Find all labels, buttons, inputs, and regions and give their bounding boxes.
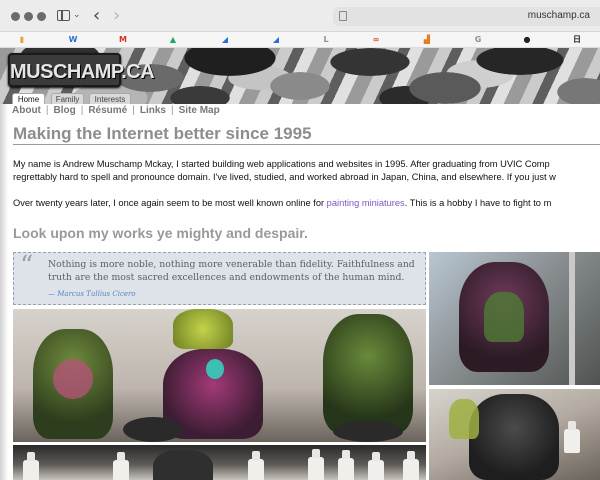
subnav-separator: | bbox=[170, 105, 174, 116]
hobby-text-after: . This is a hobby I have to fight to m bbox=[404, 198, 552, 208]
quote-citation[interactable]: — Marcus Tullius Cicero bbox=[48, 290, 136, 298]
sub-navigation: About | Blog | Résumé | Links | Site Map bbox=[12, 105, 220, 116]
sidebar-toggle-icon[interactable] bbox=[57, 10, 70, 21]
paint-bottle bbox=[113, 452, 129, 480]
gallery-heading: Look upon my works ye mighty and despair… bbox=[13, 225, 308, 241]
site-logo[interactable]: MUSCHAMP.CA bbox=[8, 53, 155, 87]
subnav-separator: | bbox=[80, 105, 84, 116]
quote-text: Nothing is more noble, nothing more vene… bbox=[48, 259, 415, 283]
minimize-window-button[interactable] bbox=[24, 12, 33, 21]
wordpress-favicon[interactable]: W bbox=[68, 35, 78, 45]
intro-paragraph: My name is Andrew Muschamp Mckay, I star… bbox=[13, 158, 556, 184]
page-title: Making the Internet better since 1995 bbox=[13, 124, 312, 143]
blue-chart-favicon-2[interactable]: ◢ bbox=[271, 35, 281, 45]
letter-l-favicon[interactable]: L bbox=[321, 35, 331, 45]
gmail-favicon[interactable]: M bbox=[118, 35, 128, 45]
paint-bottle bbox=[564, 421, 580, 453]
miniatures-photo-right-top[interactable] bbox=[429, 252, 600, 385]
miniature-figure bbox=[323, 314, 413, 434]
page-icon bbox=[339, 11, 347, 21]
page-left-shadow bbox=[0, 104, 8, 480]
miniature-banner bbox=[173, 309, 233, 349]
letter-g-favicon[interactable]: G bbox=[473, 35, 483, 45]
subnav-about[interactable]: About bbox=[12, 105, 41, 116]
camo-header-banner: MUSCHAMP.CA Home Family Interests bbox=[0, 48, 600, 104]
miniatures-photo-main[interactable] bbox=[13, 309, 426, 442]
paints-photo[interactable] bbox=[13, 445, 426, 480]
paint-bottle bbox=[308, 449, 324, 480]
tab-home[interactable]: Home bbox=[12, 93, 45, 104]
miniature-detail bbox=[449, 399, 479, 439]
google-drive-favicon[interactable]: ▲ bbox=[168, 35, 178, 45]
miniature-base bbox=[333, 421, 403, 442]
site-logo-text: MUSCHAMP.CA bbox=[10, 61, 155, 83]
title-divider bbox=[13, 144, 600, 145]
subnav-separator: | bbox=[45, 105, 49, 116]
chevron-down-icon[interactable]: ⌄ bbox=[73, 9, 81, 20]
miniature-detail bbox=[206, 359, 224, 379]
subnav-blog[interactable]: Blog bbox=[54, 105, 76, 116]
miniature-base bbox=[123, 417, 183, 442]
miniature-figure bbox=[469, 394, 559, 480]
forward-button[interactable]: › bbox=[113, 5, 120, 26]
subnav-resume[interactable]: Résumé bbox=[88, 105, 127, 116]
intro-line-2: regrettably hard to spell and pronounce … bbox=[13, 172, 556, 182]
address-bar[interactable]: muschamp.ca bbox=[333, 7, 600, 26]
hobby-paragraph: Over twenty years later, I once again se… bbox=[13, 197, 551, 210]
subnav-site-map[interactable]: Site Map bbox=[179, 105, 220, 116]
browser-titlebar: ⌄ ‹ › muschamp.ca bbox=[0, 0, 600, 32]
favorites-bar: ▮ W M ▲ ◢ ◢ L ∞ ▟ G ● 日 bbox=[0, 32, 600, 48]
subnav-separator: | bbox=[132, 105, 135, 116]
miniatures-photo-right-bottom[interactable] bbox=[429, 389, 600, 480]
paint-bottle bbox=[403, 451, 419, 480]
quote-box: “ Nothing is more noble, nothing more ve… bbox=[13, 251, 426, 305]
apple-favicon[interactable]: ● bbox=[522, 35, 532, 45]
tab-interests[interactable]: Interests bbox=[89, 93, 131, 104]
bar-chart-favicon[interactable]: ▮ bbox=[17, 35, 27, 45]
paint-bottle bbox=[248, 451, 264, 480]
address-url: muschamp.ca bbox=[527, 10, 590, 21]
zoom-window-button[interactable] bbox=[37, 12, 46, 21]
back-button[interactable]: ‹ bbox=[93, 5, 100, 26]
blue-chart-favicon[interactable]: ◢ bbox=[220, 35, 230, 45]
orange-chart-favicon[interactable]: ▟ bbox=[422, 35, 432, 45]
kanji-favicon[interactable]: 日 bbox=[572, 35, 582, 45]
miniature-figure bbox=[153, 450, 213, 480]
paint-bottle bbox=[23, 452, 39, 480]
subnav-links[interactable]: Links bbox=[140, 105, 166, 116]
close-window-button[interactable] bbox=[11, 12, 20, 21]
intro-line-1: My name is Andrew Muschamp Mckay, I star… bbox=[13, 159, 550, 169]
quote-mark-icon: “ bbox=[20, 251, 34, 281]
link-favicon[interactable]: ∞ bbox=[371, 35, 381, 45]
web-page: MUSCHAMP.CA Home Family Interests About |… bbox=[0, 48, 600, 480]
miniature-detail bbox=[484, 292, 524, 342]
hobby-text-before: Over twenty years later, I once again se… bbox=[13, 198, 327, 208]
paint-bottle bbox=[368, 452, 384, 480]
miniature-detail bbox=[53, 359, 93, 399]
painting-miniatures-link[interactable]: painting miniatures bbox=[327, 198, 405, 208]
photo-background-pole bbox=[569, 252, 575, 385]
tab-family[interactable]: Family bbox=[51, 93, 84, 104]
paint-bottle bbox=[338, 450, 354, 480]
